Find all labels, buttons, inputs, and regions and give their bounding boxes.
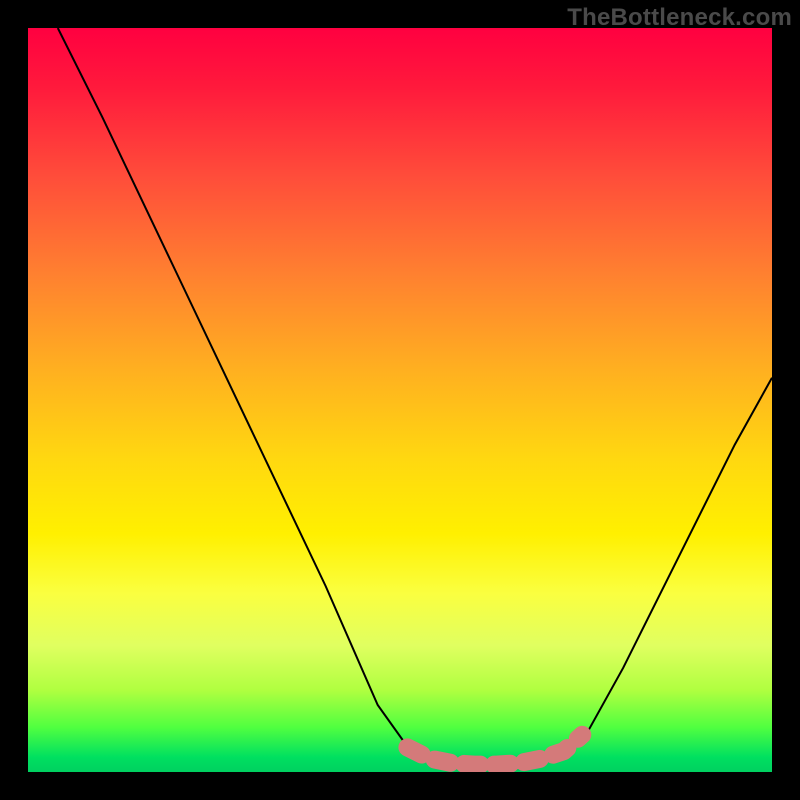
optimal-band [407,735,582,765]
bottleneck-curve [58,28,772,765]
chart-svg [28,28,772,772]
plot-area [28,28,772,772]
chart-frame: TheBottleneck.com [0,0,800,800]
watermark-text: TheBottleneck.com [567,4,792,32]
